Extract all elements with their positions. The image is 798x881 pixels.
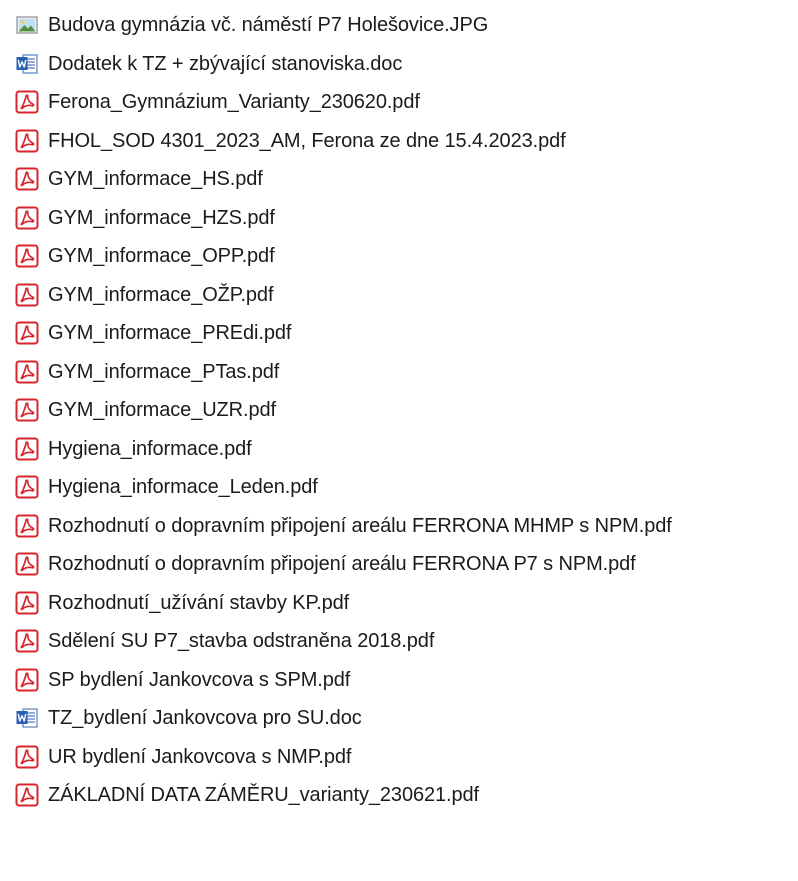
image-file-icon <box>15 13 39 37</box>
file-name: Hygiena_informace.pdf <box>48 437 252 460</box>
file-item[interactable]: Rozhodnutí_užívání stavby KP.pdf <box>0 584 798 623</box>
file-name: Rozhodnutí o dopravním připojení areálu … <box>48 553 636 576</box>
file-name: GYM_informace_HZS.pdf <box>48 206 275 229</box>
file-name: Hygiena_informace_Leden.pdf <box>48 476 318 499</box>
file-item[interactable]: Rozhodnutí o dopravním připojení areálu … <box>0 507 798 546</box>
file-item[interactable]: GYM_informace_OPP.pdf <box>0 237 798 276</box>
pdf-file-icon <box>15 514 39 538</box>
file-name: GYM_informace_PREdi.pdf <box>48 322 292 345</box>
pdf-file-icon <box>15 244 39 268</box>
pdf-file-icon <box>15 668 39 692</box>
file-name: GYM_informace_OPP.pdf <box>48 245 275 268</box>
file-name: Dodatek k TZ + zbývající stanoviska.doc <box>48 52 403 75</box>
file-name: Ferona_Gymnázium_Varianty_230620.pdf <box>48 91 420 114</box>
file-item[interactable]: Budova gymnázia vč. náměstí P7 Holešovic… <box>0 6 798 45</box>
file-name: TZ_bydlení Jankovcova pro SU.doc <box>48 707 362 730</box>
pdf-file-icon <box>15 167 39 191</box>
file-name: UR bydlení Jankovcova s NMP.pdf <box>48 745 352 768</box>
file-item[interactable]: GYM_informace_PREdi.pdf <box>0 314 798 353</box>
file-name: SP bydlení Jankovcova s SPM.pdf <box>48 668 351 691</box>
file-item[interactable]: Sdělení SU P7_stavba odstraněna 2018.pdf <box>0 622 798 661</box>
file-item[interactable]: Hygiena_informace_Leden.pdf <box>0 468 798 507</box>
file-name: Sdělení SU P7_stavba odstraněna 2018.pdf <box>48 630 435 653</box>
file-item[interactable]: Hygiena_informace.pdf <box>0 430 798 469</box>
file-name: GYM_informace_OŽP.pdf <box>48 283 274 306</box>
pdf-file-icon <box>15 745 39 769</box>
file-item[interactable]: TZ_bydlení Jankovcova pro SU.doc <box>0 699 798 738</box>
pdf-file-icon <box>15 437 39 461</box>
file-name: GYM_informace_HS.pdf <box>48 168 263 191</box>
file-item[interactable]: GYM_informace_HZS.pdf <box>0 199 798 238</box>
pdf-file-icon <box>15 283 39 307</box>
file-item[interactable]: ZÁKLADNÍ DATA ZÁMĚRU_varianty_230621.pdf <box>0 776 798 815</box>
pdf-file-icon <box>15 206 39 230</box>
pdf-file-icon <box>15 475 39 499</box>
file-list: Budova gymnázia vč. náměstí P7 Holešovic… <box>0 0 798 881</box>
file-name: ZÁKLADNÍ DATA ZÁMĚRU_varianty_230621.pdf <box>48 784 480 807</box>
file-name: FHOL_SOD 4301_2023_AM, Ferona ze dne 15.… <box>48 129 566 152</box>
file-item[interactable]: GYM_informace_HS.pdf <box>0 160 798 199</box>
pdf-file-icon <box>15 629 39 653</box>
file-item[interactable]: UR bydlení Jankovcova s NMP.pdf <box>0 738 798 777</box>
file-item[interactable]: Rozhodnutí o dopravním připojení areálu … <box>0 545 798 584</box>
file-item[interactable]: SP bydlení Jankovcova s SPM.pdf <box>0 661 798 700</box>
file-name: Rozhodnutí o dopravním připojení areálu … <box>48 514 672 537</box>
file-item[interactable]: GYM_informace_OŽP.pdf <box>0 276 798 315</box>
file-name: Rozhodnutí_užívání stavby KP.pdf <box>48 591 350 614</box>
file-item[interactable]: Ferona_Gymnázium_Varianty_230620.pdf <box>0 83 798 122</box>
pdf-file-icon <box>15 552 39 576</box>
file-name: Budova gymnázia vč. náměstí P7 Holešovic… <box>48 14 489 37</box>
file-item[interactable]: Dodatek k TZ + zbývající stanoviska.doc <box>0 45 798 84</box>
file-name: GYM_informace_PTas.pdf <box>48 360 280 383</box>
word-document-icon <box>15 52 39 76</box>
file-item[interactable]: GYM_informace_PTas.pdf <box>0 353 798 392</box>
file-name: GYM_informace_UZR.pdf <box>48 399 276 422</box>
file-item[interactable]: GYM_informace_UZR.pdf <box>0 391 798 430</box>
file-item[interactable]: FHOL_SOD 4301_2023_AM, Ferona ze dne 15.… <box>0 122 798 161</box>
pdf-file-icon <box>15 591 39 615</box>
pdf-file-icon <box>15 783 39 807</box>
pdf-file-icon <box>15 398 39 422</box>
pdf-file-icon <box>15 321 39 345</box>
word-document-icon <box>15 706 39 730</box>
pdf-file-icon <box>15 360 39 384</box>
pdf-file-icon <box>15 90 39 114</box>
pdf-file-icon <box>15 129 39 153</box>
